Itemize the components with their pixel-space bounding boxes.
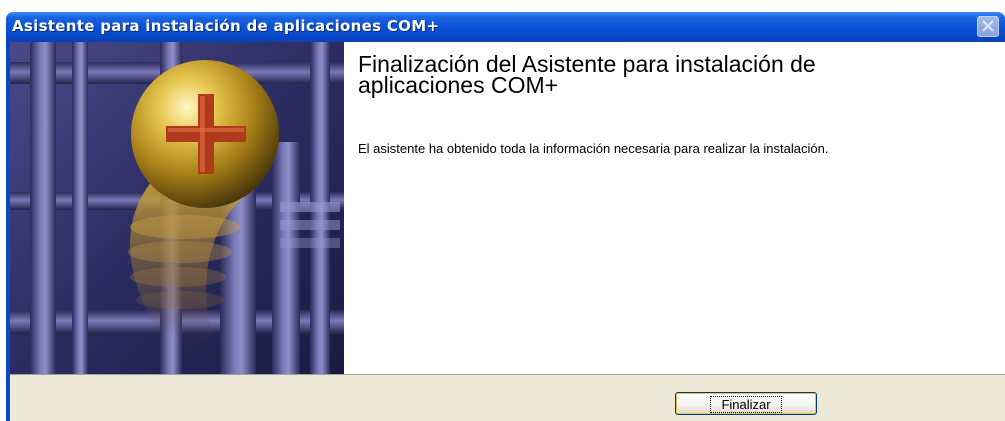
wizard-footer: Finalizar <box>10 375 1005 421</box>
wizard-banner-image <box>10 42 344 374</box>
finish-button-label: Finalizar <box>710 396 782 413</box>
title-bar[interactable]: Asistente para instalación de aplicacion… <box>6 12 1005 42</box>
finish-button[interactable]: Finalizar <box>675 392 817 415</box>
wizard-content: Finalización del Asistente para instalac… <box>344 42 1005 374</box>
wizard-window: Asistente para instalación de aplicacion… <box>6 12 1005 421</box>
page-title: Finalización del Asistente para instalac… <box>358 51 816 98</box>
window-title: Asistente para instalación de aplicacion… <box>12 17 440 35</box>
description-text: El asistente ha obtenido toda la informa… <box>358 141 829 156</box>
com-plus-logo <box>10 42 344 374</box>
close-icon <box>982 20 994 32</box>
close-button[interactable] <box>977 16 999 37</box>
